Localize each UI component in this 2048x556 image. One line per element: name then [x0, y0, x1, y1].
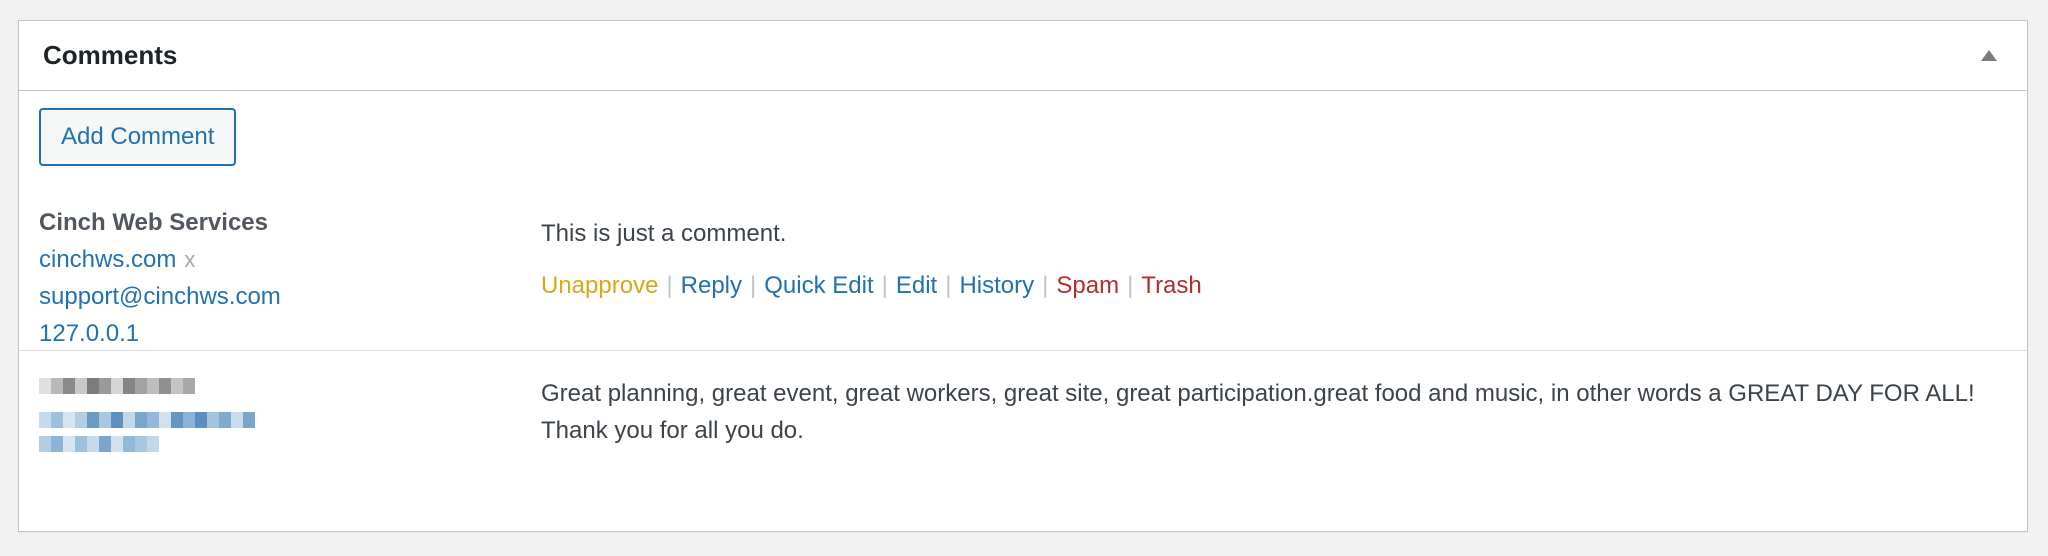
author-url-link[interactable]: cinchws.com [39, 241, 176, 278]
redacted-author-email [39, 412, 499, 428]
separator: | [666, 272, 673, 299]
author-name: Cinch Web Services [39, 209, 268, 236]
trash-link[interactable]: Trash [1141, 270, 1201, 302]
separator: | [881, 272, 888, 299]
comment-row: Great planning, great event, great worke… [19, 353, 2027, 531]
redacted-author-name [39, 378, 499, 394]
comments-metabox: Comments Add Comment Cinch Web Services … [18, 20, 2028, 532]
comment-author: Cinch Web Services cinchws.com x support… [39, 201, 499, 352]
separator: | [1042, 272, 1049, 299]
remove-url-button[interactable]: x [184, 247, 195, 273]
history-link[interactable]: History [959, 270, 1034, 302]
comment-author-redacted [39, 378, 499, 460]
comment-body: Great planning, great event, great worke… [541, 375, 2001, 449]
separator: | [750, 272, 757, 299]
triangle-up-icon [1981, 50, 1997, 61]
unapprove-link[interactable]: Unapprove [541, 270, 658, 302]
redacted-author-ip [39, 436, 499, 452]
quick-edit-link[interactable]: Quick Edit [764, 270, 873, 302]
comment-text: This is just a comment. [541, 220, 787, 247]
comment-row: Cinch Web Services cinchws.com x support… [19, 201, 2027, 351]
spam-link[interactable]: Spam [1056, 270, 1119, 302]
metabox-header: Comments [19, 21, 2027, 91]
separator: | [945, 272, 952, 299]
row-actions: Unapprove | Reply | Quick Edit | Edit | … [541, 270, 2001, 302]
comment-body: This is just a comment. Unapprove | Repl… [541, 215, 2001, 302]
author-url-line: cinchws.com x [39, 241, 499, 278]
comment-text: Great planning, great event, great worke… [541, 380, 1975, 444]
author-email-link[interactable]: support@cinchws.com [39, 278, 499, 315]
edit-link[interactable]: Edit [896, 270, 937, 302]
toggle-panel-button[interactable] [1973, 40, 2005, 72]
add-comment-button[interactable]: Add Comment [39, 108, 237, 166]
author-ip-link[interactable]: 127.0.0.1 [39, 315, 499, 352]
metabox-title: Comments [43, 40, 178, 70]
reply-link[interactable]: Reply [681, 270, 742, 302]
separator: | [1127, 272, 1134, 299]
